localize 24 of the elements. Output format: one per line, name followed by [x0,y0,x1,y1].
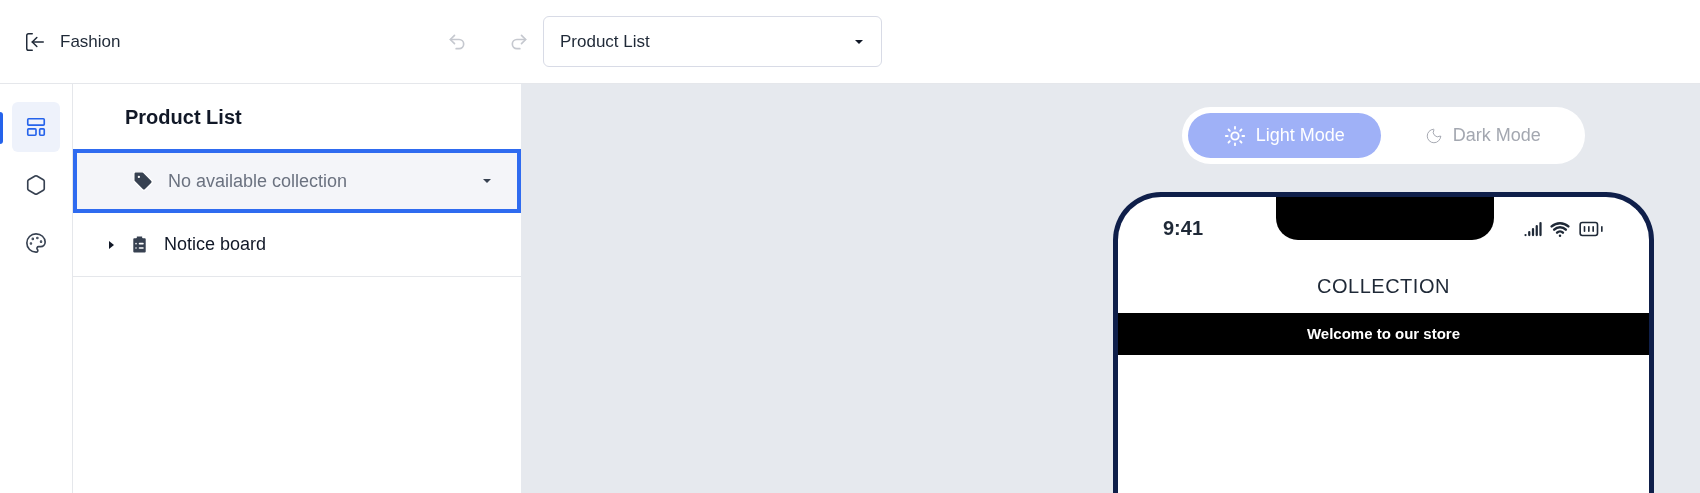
panel-title: Product List [125,104,242,130]
tag-icon [132,170,154,192]
caret-icon [481,177,493,185]
wifi-icon [1550,219,1570,239]
undo-icon [447,31,467,52]
collection-select[interactable]: No available collection [73,149,521,213]
status-time: 9:41 [1163,216,1204,241]
palette-icon [25,232,47,254]
layout-icon [25,116,47,138]
page-select[interactable]: Product List [543,16,882,67]
settings-icon [25,174,47,196]
caret-icon [853,37,865,46]
moon-icon [1424,126,1443,145]
expand-icon [107,239,115,250]
sidebar-tab[interactable] [12,102,60,152]
signal-icon [1524,220,1542,238]
sun-icon [1223,124,1246,147]
tree-item[interactable]: Notice board [73,213,521,277]
mode-tab[interactable]: Dark Mode [1386,113,1579,158]
redo-icon [509,31,529,52]
project-name: Fashion [60,30,121,53]
exit-icon[interactable] [24,30,46,53]
page-title: COLLECTION [1317,274,1450,299]
announcement-bar: Welcome to our store [1118,313,1649,355]
